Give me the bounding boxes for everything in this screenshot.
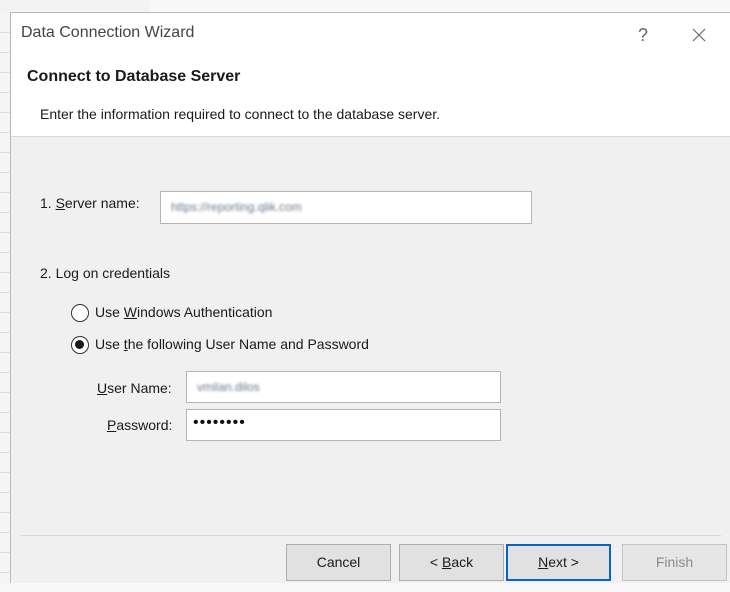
user-pass-prefix: Use [95, 336, 124, 352]
server-name-label: 1. Server name: [40, 195, 140, 211]
radio-selected-dot [75, 340, 84, 349]
password-label-rest: assword: [116, 417, 173, 433]
server-label-rest: erver name: [64, 195, 140, 211]
server-label-prefix: 1. [40, 195, 56, 211]
credentials-section-label: 2. Log on credentials [40, 265, 170, 281]
username-label-accel: U [97, 380, 108, 396]
server-name-value: https://reporting.qlik.com [171, 200, 302, 214]
dialog-title: Data Connection Wizard [21, 24, 195, 41]
wizard-header: Connect to Database Server Enter the inf… [11, 57, 730, 137]
password-input[interactable]: •••••••• [186, 409, 501, 441]
username-label-rest: ser Name: [107, 380, 172, 396]
back-button[interactable]: < Back [399, 544, 504, 581]
title-bar: Data Connection Wizard ? [11, 13, 730, 57]
step-title: Connect to Database Server [27, 68, 241, 85]
username-value: vmilan.dilos [197, 380, 260, 394]
password-value: •••••••• [193, 414, 246, 431]
cancel-button[interactable]: Cancel [286, 544, 391, 581]
password-label: Password: [107, 417, 172, 433]
windows-auth-label[interactable]: Use Windows Authentication [95, 304, 272, 320]
username-label: User Name: [97, 380, 172, 396]
user-pass-rest: he following User Name and Password [127, 336, 369, 352]
next-button[interactable]: Next > [506, 544, 611, 581]
close-button[interactable] [679, 18, 719, 52]
user-password-radio[interactable] [71, 336, 89, 354]
data-connection-wizard-dialog: Data Connection Wizard ? Connect to Data… [10, 12, 730, 583]
windows-auth-prefix: Use [95, 304, 124, 320]
windows-auth-radio[interactable] [71, 304, 89, 322]
username-input[interactable]: vmilan.dilos [186, 371, 501, 403]
server-name-input[interactable]: https://reporting.qlik.com [160, 191, 532, 224]
back-rest: ack [451, 554, 474, 570]
password-label-accel: P [107, 417, 117, 433]
background-sheet-area [0, 583, 730, 592]
back-prefix: < [429, 554, 442, 570]
back-accel: B [441, 554, 452, 570]
windows-auth-accel: W [123, 304, 138, 320]
finish-button[interactable]: Finish [622, 544, 727, 581]
footer-separator [21, 535, 721, 536]
next-accel: N [538, 554, 549, 570]
help-button[interactable]: ? [623, 18, 663, 52]
server-label-accel: S [55, 195, 65, 211]
close-icon [692, 28, 706, 42]
windows-auth-rest: indows Authentication [137, 304, 273, 320]
next-rest: ext > [548, 554, 579, 570]
user-password-label[interactable]: Use the following User Name and Password [95, 336, 369, 352]
step-description: Enter the information required to connec… [40, 106, 441, 122]
